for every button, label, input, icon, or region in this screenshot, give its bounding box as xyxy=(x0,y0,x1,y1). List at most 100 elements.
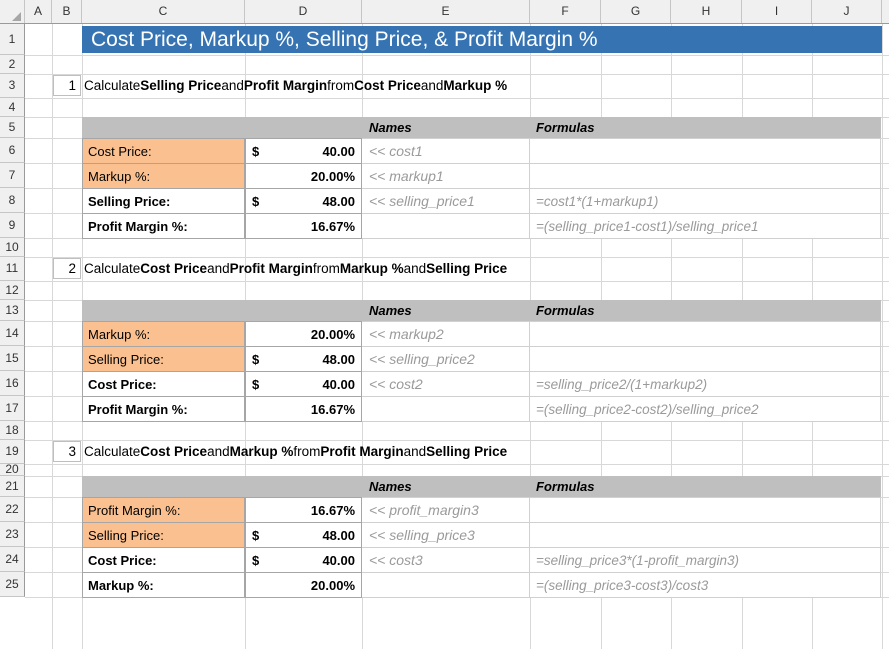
currency-symbol: $ xyxy=(252,553,259,568)
value-text: 16.67% xyxy=(311,503,355,518)
heading-term: Markup % xyxy=(230,445,294,459)
row-header-7[interactable]: 7 xyxy=(0,163,25,188)
heading-text: from xyxy=(293,445,320,459)
row-header-20[interactable]: 20 xyxy=(0,464,25,476)
row-header-24[interactable]: 24 xyxy=(0,547,25,572)
heading-term: Cost Price xyxy=(140,262,207,276)
formula-text xyxy=(530,163,881,189)
heading-text: and xyxy=(404,445,427,459)
heading-term: Markup % xyxy=(340,262,404,276)
row-header-1[interactable]: 1 xyxy=(0,24,25,55)
column-header-strip[interactable]: ABCDEFGHIJ xyxy=(0,0,889,24)
row-header-10[interactable]: 10 xyxy=(0,238,25,257)
heading-text: from xyxy=(327,79,354,93)
column-header-e[interactable]: E xyxy=(362,0,530,23)
row-header-2[interactable]: 2 xyxy=(0,55,25,74)
row-label: Profit Margin %: xyxy=(82,497,245,523)
row-header-13[interactable]: 13 xyxy=(0,300,25,321)
currency-symbol: $ xyxy=(252,144,259,159)
heading-text: and xyxy=(207,445,230,459)
row-value[interactable]: 16.67% xyxy=(245,497,362,523)
row-header-9[interactable]: 9 xyxy=(0,213,25,238)
row-header-19[interactable]: 19 xyxy=(0,440,25,464)
row-value[interactable]: 20.00% xyxy=(245,163,362,189)
row-header-3[interactable]: 3 xyxy=(0,74,25,98)
formula-text xyxy=(530,497,881,523)
step-number-box: 3 xyxy=(53,441,81,462)
row-value[interactable]: $48.00 xyxy=(245,188,362,214)
row-value[interactable]: $48.00 xyxy=(245,346,362,372)
row-label: Selling Price: xyxy=(82,346,245,372)
value-text: 48.00 xyxy=(322,194,355,209)
formula-text: =(selling_price1-cost1)/selling_price1 xyxy=(530,213,881,239)
row-header-18[interactable]: 18 xyxy=(0,421,25,440)
value-text: 48.00 xyxy=(322,528,355,543)
value-text: 40.00 xyxy=(322,553,355,568)
defined-name: << cost2 xyxy=(362,371,530,397)
value-text: 20.00% xyxy=(311,327,355,342)
formula-text: =cost1*(1+markup1) xyxy=(530,188,881,214)
row-header-6[interactable]: 6 xyxy=(0,138,25,163)
row-header-16[interactable]: 16 xyxy=(0,371,25,396)
row-header-4[interactable]: 4 xyxy=(0,98,25,117)
row-value[interactable]: $40.00 xyxy=(245,371,362,397)
row-header-25[interactable]: 25 xyxy=(0,572,25,597)
names-column-header: Names xyxy=(369,117,412,138)
value-text: 40.00 xyxy=(322,377,355,392)
heading-text: and xyxy=(404,262,427,276)
row-value[interactable]: 16.67% xyxy=(245,213,362,239)
column-header-i[interactable]: I xyxy=(742,0,812,23)
row-header-22[interactable]: 22 xyxy=(0,497,25,522)
row-label: Markup %: xyxy=(82,321,245,347)
value-text: 20.00% xyxy=(311,169,355,184)
column-header-b[interactable]: B xyxy=(52,0,82,23)
heading-term: Selling Price xyxy=(140,79,221,93)
column-header-c[interactable]: C xyxy=(82,0,245,23)
row-header-21[interactable]: 21 xyxy=(0,476,25,497)
row-header-5[interactable]: 5 xyxy=(0,117,25,138)
formula-text: =(selling_price2-cost2)/selling_price2 xyxy=(530,396,881,422)
heading-text: Calculate xyxy=(84,262,140,276)
select-all-corner[interactable] xyxy=(0,0,25,23)
row-header-23[interactable]: 23 xyxy=(0,522,25,547)
column-header-f[interactable]: F xyxy=(530,0,601,23)
column-header-h[interactable]: H xyxy=(671,0,742,23)
row-value[interactable]: $48.00 xyxy=(245,522,362,548)
names-column-header: Names xyxy=(369,300,412,321)
column-header-d[interactable]: D xyxy=(245,0,362,23)
row-header-17[interactable]: 17 xyxy=(0,396,25,421)
row-label: Markup %: xyxy=(82,163,245,189)
column-header-a[interactable]: A xyxy=(25,0,52,23)
heading-text: from xyxy=(313,262,340,276)
row-label: Selling Price: xyxy=(82,522,245,548)
row-header-11[interactable]: 11 xyxy=(0,257,25,281)
column-header-j[interactable]: J xyxy=(812,0,882,23)
spreadsheet-canvas: ABCDEFGHIJ 12345678910111213141516171819… xyxy=(0,0,889,649)
heading-term: Profit Margin xyxy=(230,262,313,276)
row-value[interactable]: 20.00% xyxy=(245,321,362,347)
currency-symbol: $ xyxy=(252,528,259,543)
defined-name xyxy=(362,213,530,239)
row-label: Markup %: xyxy=(82,572,245,598)
heading-term: Cost Price xyxy=(140,445,207,459)
row-header-15[interactable]: 15 xyxy=(0,346,25,371)
formulas-column-header: Formulas xyxy=(536,117,595,138)
column-header-g[interactable]: G xyxy=(601,0,671,23)
formulas-column-header: Formulas xyxy=(536,476,595,497)
row-value[interactable]: $40.00 xyxy=(245,547,362,573)
row-value[interactable]: 16.67% xyxy=(245,396,362,422)
row-header-12[interactable]: 12 xyxy=(0,281,25,300)
formula-text xyxy=(530,346,881,372)
defined-name xyxy=(362,572,530,598)
formula-text xyxy=(530,138,881,164)
heading-text: Calculate xyxy=(84,79,140,93)
heading-term: Markup % xyxy=(443,79,507,93)
row-value[interactable]: $40.00 xyxy=(245,138,362,164)
formula-text xyxy=(530,321,881,347)
page-title: Cost Price, Markup %, Selling Price, & P… xyxy=(82,26,882,53)
row-header-8[interactable]: 8 xyxy=(0,188,25,213)
defined-name xyxy=(362,396,530,422)
value-text: 48.00 xyxy=(322,352,355,367)
row-header-14[interactable]: 14 xyxy=(0,321,25,346)
row-value[interactable]: 20.00% xyxy=(245,572,362,598)
